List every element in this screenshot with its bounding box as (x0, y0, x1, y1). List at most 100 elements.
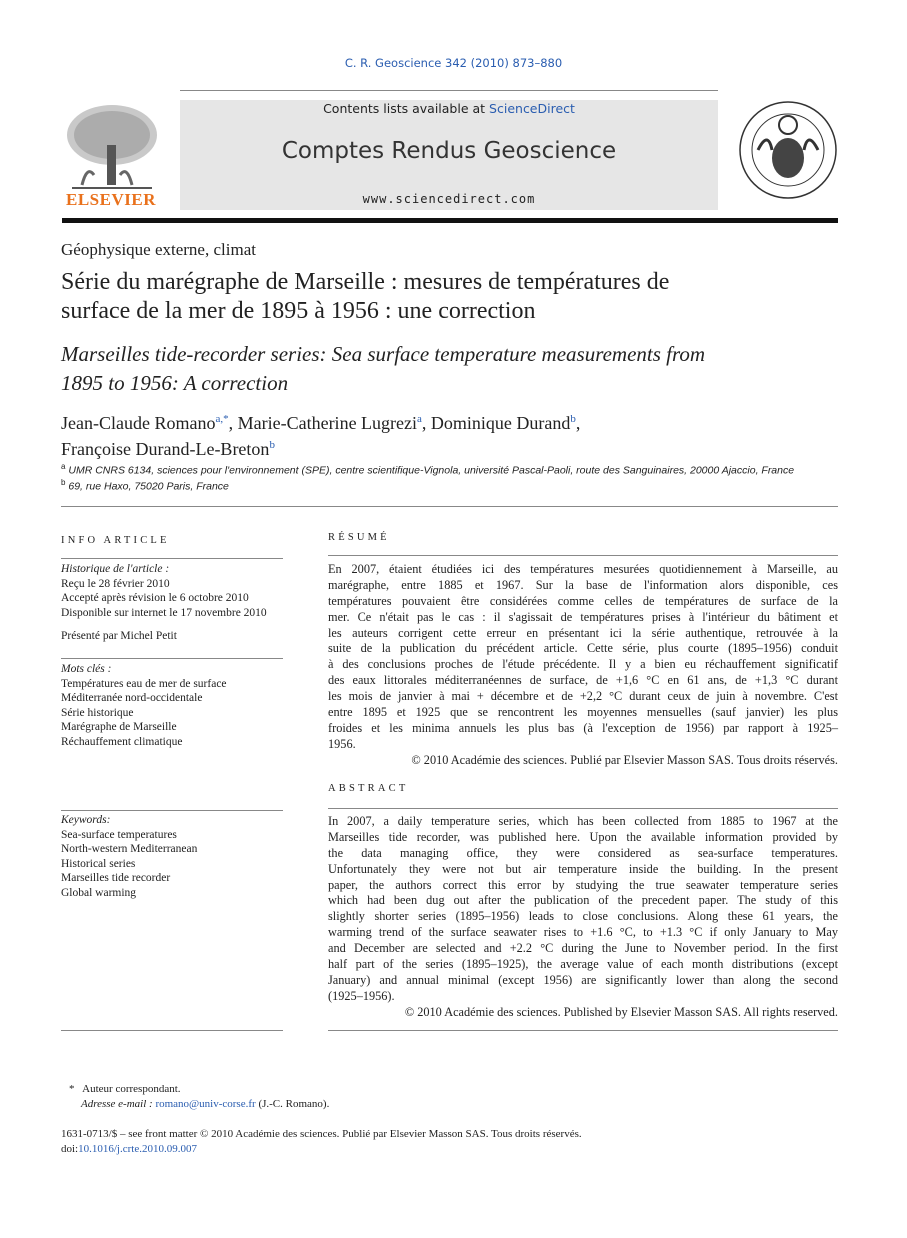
footnote-star: * (69, 1083, 75, 1095)
article-title: Série du marégraphe de Marseille : mesur… (61, 268, 841, 326)
resume-line: froides et les minima annuels les plus b… (328, 720, 838, 735)
resume-line: 1956. (328, 736, 356, 751)
contents-prefix: Contents lists available at (323, 101, 490, 116)
keywords-en: Keywords: Sea-surface temperatures North… (61, 813, 283, 900)
keywords-en-label: Keywords: (61, 814, 111, 826)
resume-line: suite de la publication du précédent art… (328, 641, 838, 656)
journal-url[interactable]: www.sciencedirect.com (180, 192, 718, 206)
author-affiliation-mark[interactable]: b (269, 439, 275, 451)
front-matter-text: 1631-0713/$ – see front matter © 2010 Ac… (61, 1128, 582, 1140)
footnote-corresponding: * Auteur correspondant. Adresse e-mail :… (61, 1082, 329, 1112)
resume-line: mer. Ce n'était pas le cas : il s'agissa… (328, 609, 838, 624)
article-subtitle: Marseilles tide-recorder series: Sea sur… (61, 340, 841, 398)
info-article-heading: Info article (61, 535, 170, 546)
paper-page: C. R. Geoscience 342 (2010) 873–880 ELSE… (0, 0, 907, 1238)
affiliation: b 69, rue Haxo, 75020 Paris, France (61, 478, 229, 493)
header-thick-rule (62, 218, 838, 223)
keyword: Marseilles tide recorder (61, 872, 171, 884)
keyword: Températures eau de mer de surface (61, 677, 227, 690)
abstract-line: and December are selected and +2.2 °C du… (328, 941, 838, 956)
resume-line: entre 1895 et 1925 que se rencontrent le… (328, 705, 838, 720)
keywords-fr-label: Mots clés : (61, 663, 112, 675)
author-name: Dominique Durand (430, 413, 571, 433)
doi-link[interactable]: 10.1016/j.crte.2010.09.007 (78, 1143, 197, 1155)
author-name: Marie-Catherine Lugrezi (237, 413, 418, 433)
title-line: Série du marégraphe de Marseille : mesur… (61, 269, 670, 295)
abstract-line: paper, the authors correct this error by… (328, 877, 838, 892)
abstract-line: half part of the series (1895–1925), the… (328, 957, 838, 972)
author-name: Jean-Claude Romano (61, 413, 216, 433)
divider (328, 1030, 838, 1031)
abstract-line: warming trend of the surface seawater ri… (328, 925, 838, 940)
journal-banner: Contents lists available at ScienceDirec… (180, 100, 718, 210)
author-list: Jean-Claude Romanoa,*, Marie-Catherine L… (61, 413, 581, 459)
abstract-line: Unfortunately they were not but air temp… (328, 861, 838, 876)
keyword: Global warming (61, 886, 137, 899)
resume-line: les mois de janvier à mai + décembre et … (328, 689, 838, 704)
doi-label: doi: (61, 1143, 79, 1155)
keyword: Méditerranée nord-occidentale (61, 692, 203, 704)
resume-line: les auteurs corrigent cette erreur en pr… (328, 625, 838, 640)
divider (61, 1030, 283, 1031)
contents-line: Contents lists available at ScienceDirec… (180, 101, 718, 116)
resume-line: marégraphe, entre 1885 et 1967. Sur la b… (328, 577, 838, 592)
divider (328, 808, 838, 809)
keyword: Réchauffement climatique (61, 735, 183, 748)
subtitle-line: Marseilles tide-recorder series: Sea sur… (61, 342, 706, 366)
title-line: surface de la mer de 1895 à 1956 : une c… (61, 298, 536, 324)
abstract-heading: Abstract (328, 783, 409, 794)
divider (61, 658, 283, 659)
resume-line: à des conclusions proches de l'étude pré… (328, 657, 838, 672)
header-rule (180, 90, 718, 91)
corresponding-label: Auteur correspondant. (82, 1083, 181, 1095)
abstract-line: the data managing office, they were cons… (328, 845, 838, 860)
abstract-line: which had been dug out after the publica… (328, 893, 838, 908)
abstract-text: In 2007, a daily temperature series, whi… (328, 814, 838, 1021)
keyword: Série historique (61, 706, 134, 719)
abstract-line: January) and annual minimal (except 1956… (328, 972, 838, 987)
author-affiliation-mark[interactable]: a,* (215, 413, 228, 425)
article-history: Historique de l'article : Reçu le 28 fév… (61, 562, 283, 644)
seal-icon (739, 101, 837, 199)
history-item: Reçu le 28 février 2010 (61, 577, 170, 590)
keyword: Sea-surface temperatures (61, 828, 177, 841)
affiliation-text: 69, rue Haxo, 75020 Paris, France (68, 480, 229, 493)
abstract-line: slightly shorter series (1895–1956) lead… (328, 909, 838, 924)
email-suffix: (J.-C. Romano). (255, 1098, 330, 1110)
divider (61, 558, 283, 559)
keyword: Historical series (61, 857, 136, 870)
abstract-copyright: © 2010 Académie des sciences. Published … (404, 1004, 838, 1019)
front-matter: 1631-0713/$ – see front matter © 2010 Ac… (61, 1127, 582, 1157)
affiliation: a UMR CNRS 6134, sciences pour l'environ… (61, 462, 794, 477)
journal-title: Comptes Rendus Geoscience (281, 138, 617, 164)
resume-heading: Résumé (328, 532, 390, 543)
affiliation-mark: a (61, 462, 66, 471)
sciencedirect-link[interactable]: ScienceDirect (489, 101, 575, 116)
academie-seal (738, 90, 838, 210)
author-affiliation-mark[interactable]: b (570, 413, 576, 425)
journal-reference[interactable]: C. R. Geoscience 342 (2010) 873–880 (0, 56, 907, 70)
divider (61, 506, 838, 507)
author-affiliation-mark[interactable]: a (417, 413, 422, 425)
email-link[interactable]: romano@univ-corse.fr (155, 1098, 255, 1110)
author-name: Françoise Durand-Le-Breton (61, 439, 270, 459)
resume-line: températures pouvaient être considérées … (328, 593, 838, 608)
affiliation-mark: b (61, 478, 66, 487)
keyword: Marégraphe de Marseille (61, 721, 177, 733)
history-label: Historique de l'article : (61, 563, 170, 575)
keyword: North-western Mediterranean (61, 843, 198, 855)
resume-line: En 2007, étaient étudiées ici des tempér… (328, 562, 838, 576)
resume-copyright: © 2010 Académie des sciences. Publié par… (411, 752, 838, 767)
abstract-line: In 2007, a daily temperature series, whi… (328, 814, 838, 828)
elsevier-logo: ELSEVIER (62, 100, 160, 210)
divider (328, 555, 838, 556)
keywords-fr: Mots clés : Températures eau de mer de s… (61, 662, 283, 749)
presented-by: Présenté par Michel Petit (61, 630, 177, 642)
abstract-line: Marseilles tide recorder, was published … (328, 829, 838, 844)
journal-ref-link[interactable]: C. R. Geoscience 342 (2010) 873–880 (345, 56, 562, 70)
email-label: Adresse e-mail : (81, 1098, 156, 1110)
affiliation-text: UMR CNRS 6134, sciences pour l'environne… (68, 464, 795, 477)
subtitle-line: 1895 to 1956: A correction (61, 371, 289, 395)
abstract-line: (1925–1956). (328, 988, 395, 1003)
divider (61, 810, 283, 811)
